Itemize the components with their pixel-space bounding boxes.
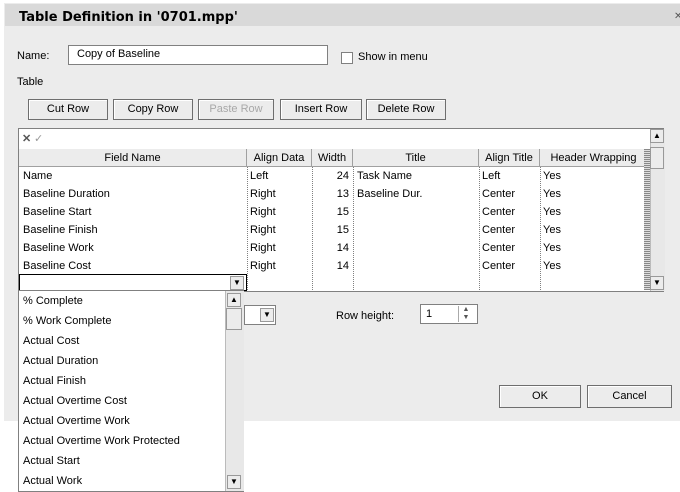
close-icon[interactable]: ✕ xyxy=(674,11,680,23)
scroll-up-icon[interactable]: ▲ xyxy=(650,129,664,143)
insert-row-button[interactable]: Insert Row xyxy=(280,99,362,120)
table-cell[interactable] xyxy=(357,203,475,221)
table-cell[interactable]: Baseline Cost xyxy=(23,257,243,275)
table-cell[interactable]: Yes xyxy=(543,167,643,185)
table-row[interactable]: Name Left 24 Task Name Left Yes xyxy=(19,167,647,185)
ok-button[interactable]: OK xyxy=(499,385,581,408)
delete-row-button[interactable]: Delete Row xyxy=(366,99,446,120)
table-cell[interactable] xyxy=(357,221,475,239)
accept-entry-icon[interactable]: ✓ xyxy=(34,132,43,145)
show-in-menu-label: Show in menu xyxy=(358,51,428,63)
table-cell[interactable]: Left xyxy=(482,167,538,185)
table-cell[interactable]: Yes xyxy=(543,257,643,275)
dropdown-option[interactable]: Actual Cost xyxy=(23,331,79,351)
table-cell[interactable]: Center xyxy=(482,221,538,239)
dropdown-scroll-up-icon[interactable]: ▲ xyxy=(227,293,241,307)
table-cell[interactable]: Yes xyxy=(543,239,643,257)
grid-edge-hatch xyxy=(644,149,650,290)
cancel-entry-icon[interactable]: ✕ xyxy=(22,132,31,145)
name-label: Name: xyxy=(17,50,50,62)
table-cell[interactable]: Yes xyxy=(543,203,643,221)
table-cell[interactable]: Yes xyxy=(543,185,643,203)
table-row[interactable]: Baseline Start Right 15 Center Yes xyxy=(19,203,647,221)
dropdown-option[interactable]: Actual Overtime Cost xyxy=(23,391,127,411)
table-cell[interactable]: 24 xyxy=(315,167,349,185)
paste-row-button[interactable]: Paste Row xyxy=(198,99,274,120)
show-in-menu-checkbox[interactable] xyxy=(341,52,353,64)
cut-row-button[interactable]: Cut Row xyxy=(28,99,108,120)
scroll-down-icon[interactable]: ▼ xyxy=(650,276,664,290)
table-row[interactable]: Baseline Cost Right 14 Center Yes xyxy=(19,257,647,275)
table-cell[interactable]: Right xyxy=(250,203,310,221)
table-cell[interactable]: 15 xyxy=(315,221,349,239)
dropdown-option[interactable]: % Complete xyxy=(23,291,83,311)
column-header-align-title[interactable]: Align Title xyxy=(479,149,540,167)
column-header-field-name[interactable]: Field Name xyxy=(19,149,247,167)
table-cell[interactable]: 14 xyxy=(315,257,349,275)
field-name-edit-cell[interactable] xyxy=(19,274,247,291)
dropdown-option[interactable]: Actual Start xyxy=(23,451,80,471)
table-cell[interactable]: Right xyxy=(250,185,310,203)
dropdown-option[interactable]: Actual Overtime Work Protected xyxy=(23,431,180,451)
table-cell[interactable]: Center xyxy=(482,239,538,257)
name-value: Copy of Baseline xyxy=(77,48,161,60)
table-row[interactable]: Baseline Finish Right 15 Center Yes xyxy=(19,221,647,239)
row-height-spinner[interactable]: ▲ ▼ xyxy=(458,306,473,322)
table-cell[interactable]: Baseline Work xyxy=(23,239,243,257)
table-cell[interactable]: Task Name xyxy=(357,167,475,185)
table-row[interactable]: Baseline Work Right 14 Center Yes xyxy=(19,239,647,257)
copy-row-button[interactable]: Copy Row xyxy=(113,99,193,120)
dropdown-option[interactable]: Actual Overtime Work xyxy=(23,411,130,431)
column-header-title[interactable]: Title xyxy=(353,149,479,167)
column-header-header-wrapping[interactable]: Header Wrapping xyxy=(540,149,648,167)
row-height-value: 1 xyxy=(426,308,433,320)
cancel-button[interactable]: Cancel xyxy=(587,385,672,408)
table-cell[interactable]: Baseline Dur. xyxy=(357,185,475,203)
row-height-label: Row height: xyxy=(336,310,395,322)
table-cell[interactable]: 13 xyxy=(315,185,349,203)
field-grid: ✕ ✓ Field Name Align Data Width Title Al… xyxy=(18,128,665,292)
dropdown-scroll-thumb[interactable] xyxy=(226,308,242,330)
title-bar: Table Definition in '0701.mpp' ✕ xyxy=(5,4,680,26)
table-cell[interactable]: Center xyxy=(482,203,538,221)
dropdown-option[interactable]: % Work Complete xyxy=(23,311,111,331)
dropdown-scroll-down-icon[interactable]: ▼ xyxy=(227,475,241,489)
dropdown-option[interactable]: Actual Duration xyxy=(23,351,98,371)
table-cell[interactable]: 14 xyxy=(315,239,349,257)
table-cell[interactable]: Left xyxy=(250,167,310,185)
table-cell[interactable]: Baseline Start xyxy=(23,203,243,221)
column-header-width[interactable]: Width xyxy=(312,149,353,167)
table-cell[interactable]: Baseline Duration xyxy=(23,185,243,203)
column-header-align-data[interactable]: Align Data xyxy=(247,149,312,167)
table-cell[interactable]: 15 xyxy=(315,203,349,221)
field-dropdown-button[interactable]: ▼ xyxy=(230,276,244,290)
table-label: Table xyxy=(17,76,44,88)
table-cell[interactable]: Baseline Finish xyxy=(23,221,243,239)
chevron-down-icon[interactable]: ▼ xyxy=(260,308,274,322)
table-cell[interactable]: Right xyxy=(250,221,310,239)
grid-scroll-thumb[interactable] xyxy=(650,147,664,169)
table-cell[interactable]: Right xyxy=(250,239,310,257)
field-name-dropdown-list[interactable]: % Complete% Work Complete Actual Cost Actu… xyxy=(18,290,244,492)
table-row[interactable]: Baseline Duration Right 13 Baseline Dur. Cen… xyxy=(19,185,647,203)
table-cell[interactable] xyxy=(357,257,475,275)
name-input[interactable]: Copy of Baseline xyxy=(68,45,328,65)
table-cell[interactable]: Yes xyxy=(543,221,643,239)
table-cell[interactable]: Center xyxy=(482,257,538,275)
table-cell[interactable] xyxy=(357,239,475,257)
dropdown-option[interactable]: Actual Finish xyxy=(23,371,86,391)
table-cell[interactable]: Center xyxy=(482,185,538,203)
table-cell[interactable]: Right xyxy=(250,257,310,275)
window-title: Table Definition in '0701.mpp' xyxy=(19,10,238,25)
dropdown-option[interactable]: Actual Work xyxy=(23,471,82,491)
table-cell[interactable]: Name xyxy=(23,167,243,185)
